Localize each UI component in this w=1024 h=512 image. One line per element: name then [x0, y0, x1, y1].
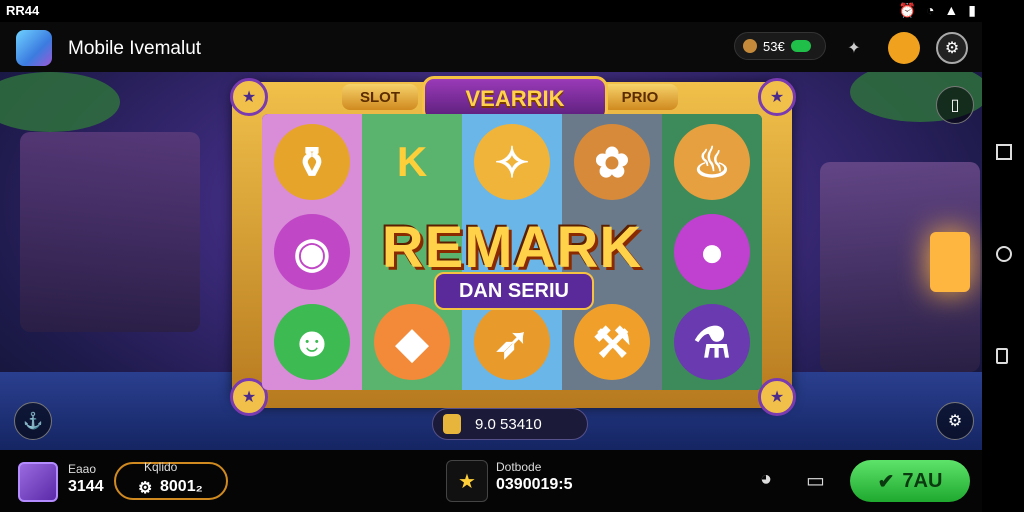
star-icon-bottom-right: ★	[758, 378, 796, 416]
game-scene: SLOT PRIO VEARRIK ★ ★ ★ ★ ⚱ ◉ ☻ K ◆ ✧ ➶ …	[0, 72, 982, 450]
alarm-icon: ⏰	[898, 2, 916, 18]
hammer-icon: ⚒	[574, 304, 650, 380]
gem-icon: ◆	[374, 304, 450, 380]
reel-window: ⚱ ◉ ☻ K ◆ ✧ ➶ ✿ ⚒ ♨ ● ⚗ REMARK DAN SERIU	[262, 114, 762, 390]
fruit-icon: ✿	[574, 124, 650, 200]
coin-icon	[743, 39, 757, 53]
slot-machine-frame: SLOT PRIO VEARRIK ★ ★ ★ ★ ⚱ ◉ ☻ K ◆ ✧ ➶ …	[230, 76, 796, 416]
rocket-icon: ➶	[474, 304, 550, 380]
coin-icon	[443, 414, 461, 434]
back-button[interactable]	[996, 348, 1008, 364]
slot-label: SLOT	[342, 84, 418, 110]
status-bar: RR44 ⏰ ◔ ▲ ▮	[0, 0, 1024, 22]
subhead-text: DAN SERIU	[434, 272, 594, 310]
bet-value: 0390019:5	[496, 476, 573, 493]
ticket-icon[interactable]: ▭	[806, 468, 825, 493]
coin-value: 53€	[763, 38, 785, 54]
win-amount-pill: 9.0 53410	[432, 408, 588, 440]
anchor-icon[interactable]: ⚓	[14, 402, 52, 440]
compass-icon[interactable]: ✦	[838, 32, 870, 64]
scroll-icon: ✧	[474, 124, 550, 200]
level-label: Eaao	[68, 462, 97, 476]
coin-balance-pill[interactable]: 53€	[734, 32, 826, 60]
headline-text: REMARK	[381, 215, 643, 280]
home-button[interactable]	[996, 246, 1012, 262]
horn-icon: ♨	[674, 124, 750, 200]
app-bar: Mobile Ivemalut 53€ ✦ ⚙	[0, 22, 982, 72]
signal-icon: ▲	[944, 2, 959, 18]
k-icon: K	[396, 138, 428, 185]
battery-icon: ▮	[968, 2, 976, 18]
wifi-icon: ◔	[925, 2, 935, 18]
phone-rotate-icon[interactable]: ▯	[936, 86, 974, 124]
play-button[interactable]: ✔ 7AU	[850, 460, 970, 502]
status-icons: ⏰ ◔ ▲ ▮	[899, 2, 976, 19]
status-time: RR44	[6, 3, 40, 18]
settings-gear-icon[interactable]: ⚙	[936, 32, 968, 64]
gold-coin-button[interactable]	[888, 32, 920, 64]
win-amount: 9.0 53410	[475, 415, 542, 433]
orb-icon: ●	[674, 214, 750, 290]
app-title: Mobile Ivemalut	[68, 38, 202, 59]
star-icon-top-right: ★	[758, 78, 796, 116]
play-button-label: 7AU	[902, 469, 943, 492]
star-icon-top-left: ★	[230, 78, 268, 116]
star-icon[interactable]: ★	[446, 460, 488, 502]
bet-label: Dotbode	[496, 460, 542, 474]
lantern-decoration	[930, 232, 970, 292]
bell-icon: ◉	[274, 214, 350, 290]
left-hut-decoration	[20, 132, 200, 332]
balance-value: 8001₂	[160, 478, 203, 495]
avatar[interactable]	[18, 462, 58, 502]
toggle-switch[interactable]	[790, 40, 811, 52]
bottom-bar: Eaao 3144 Kqlido ⚙ 8001₂ ★ Dotbode 03900…	[0, 450, 982, 512]
spin-settings-icon[interactable]: ⚙	[936, 402, 974, 440]
potion-icon: ⚱	[274, 124, 350, 200]
level-value: 3144	[68, 478, 104, 495]
android-nav-bar	[982, 72, 1024, 450]
prio-label: PRIO	[602, 84, 678, 110]
potion-icon: ⚗	[674, 304, 750, 380]
chat-icon[interactable]: ◕	[760, 468, 772, 491]
dragon-icon: ☻	[274, 304, 350, 380]
heart-check-icon: ✔	[877, 470, 895, 493]
recents-button[interactable]	[996, 144, 1012, 160]
palm-leaves-left	[0, 72, 120, 132]
app-icon[interactable]	[16, 30, 52, 66]
gear-icon: ⚙	[138, 480, 153, 497]
balance-label: Kqlido	[144, 460, 178, 474]
